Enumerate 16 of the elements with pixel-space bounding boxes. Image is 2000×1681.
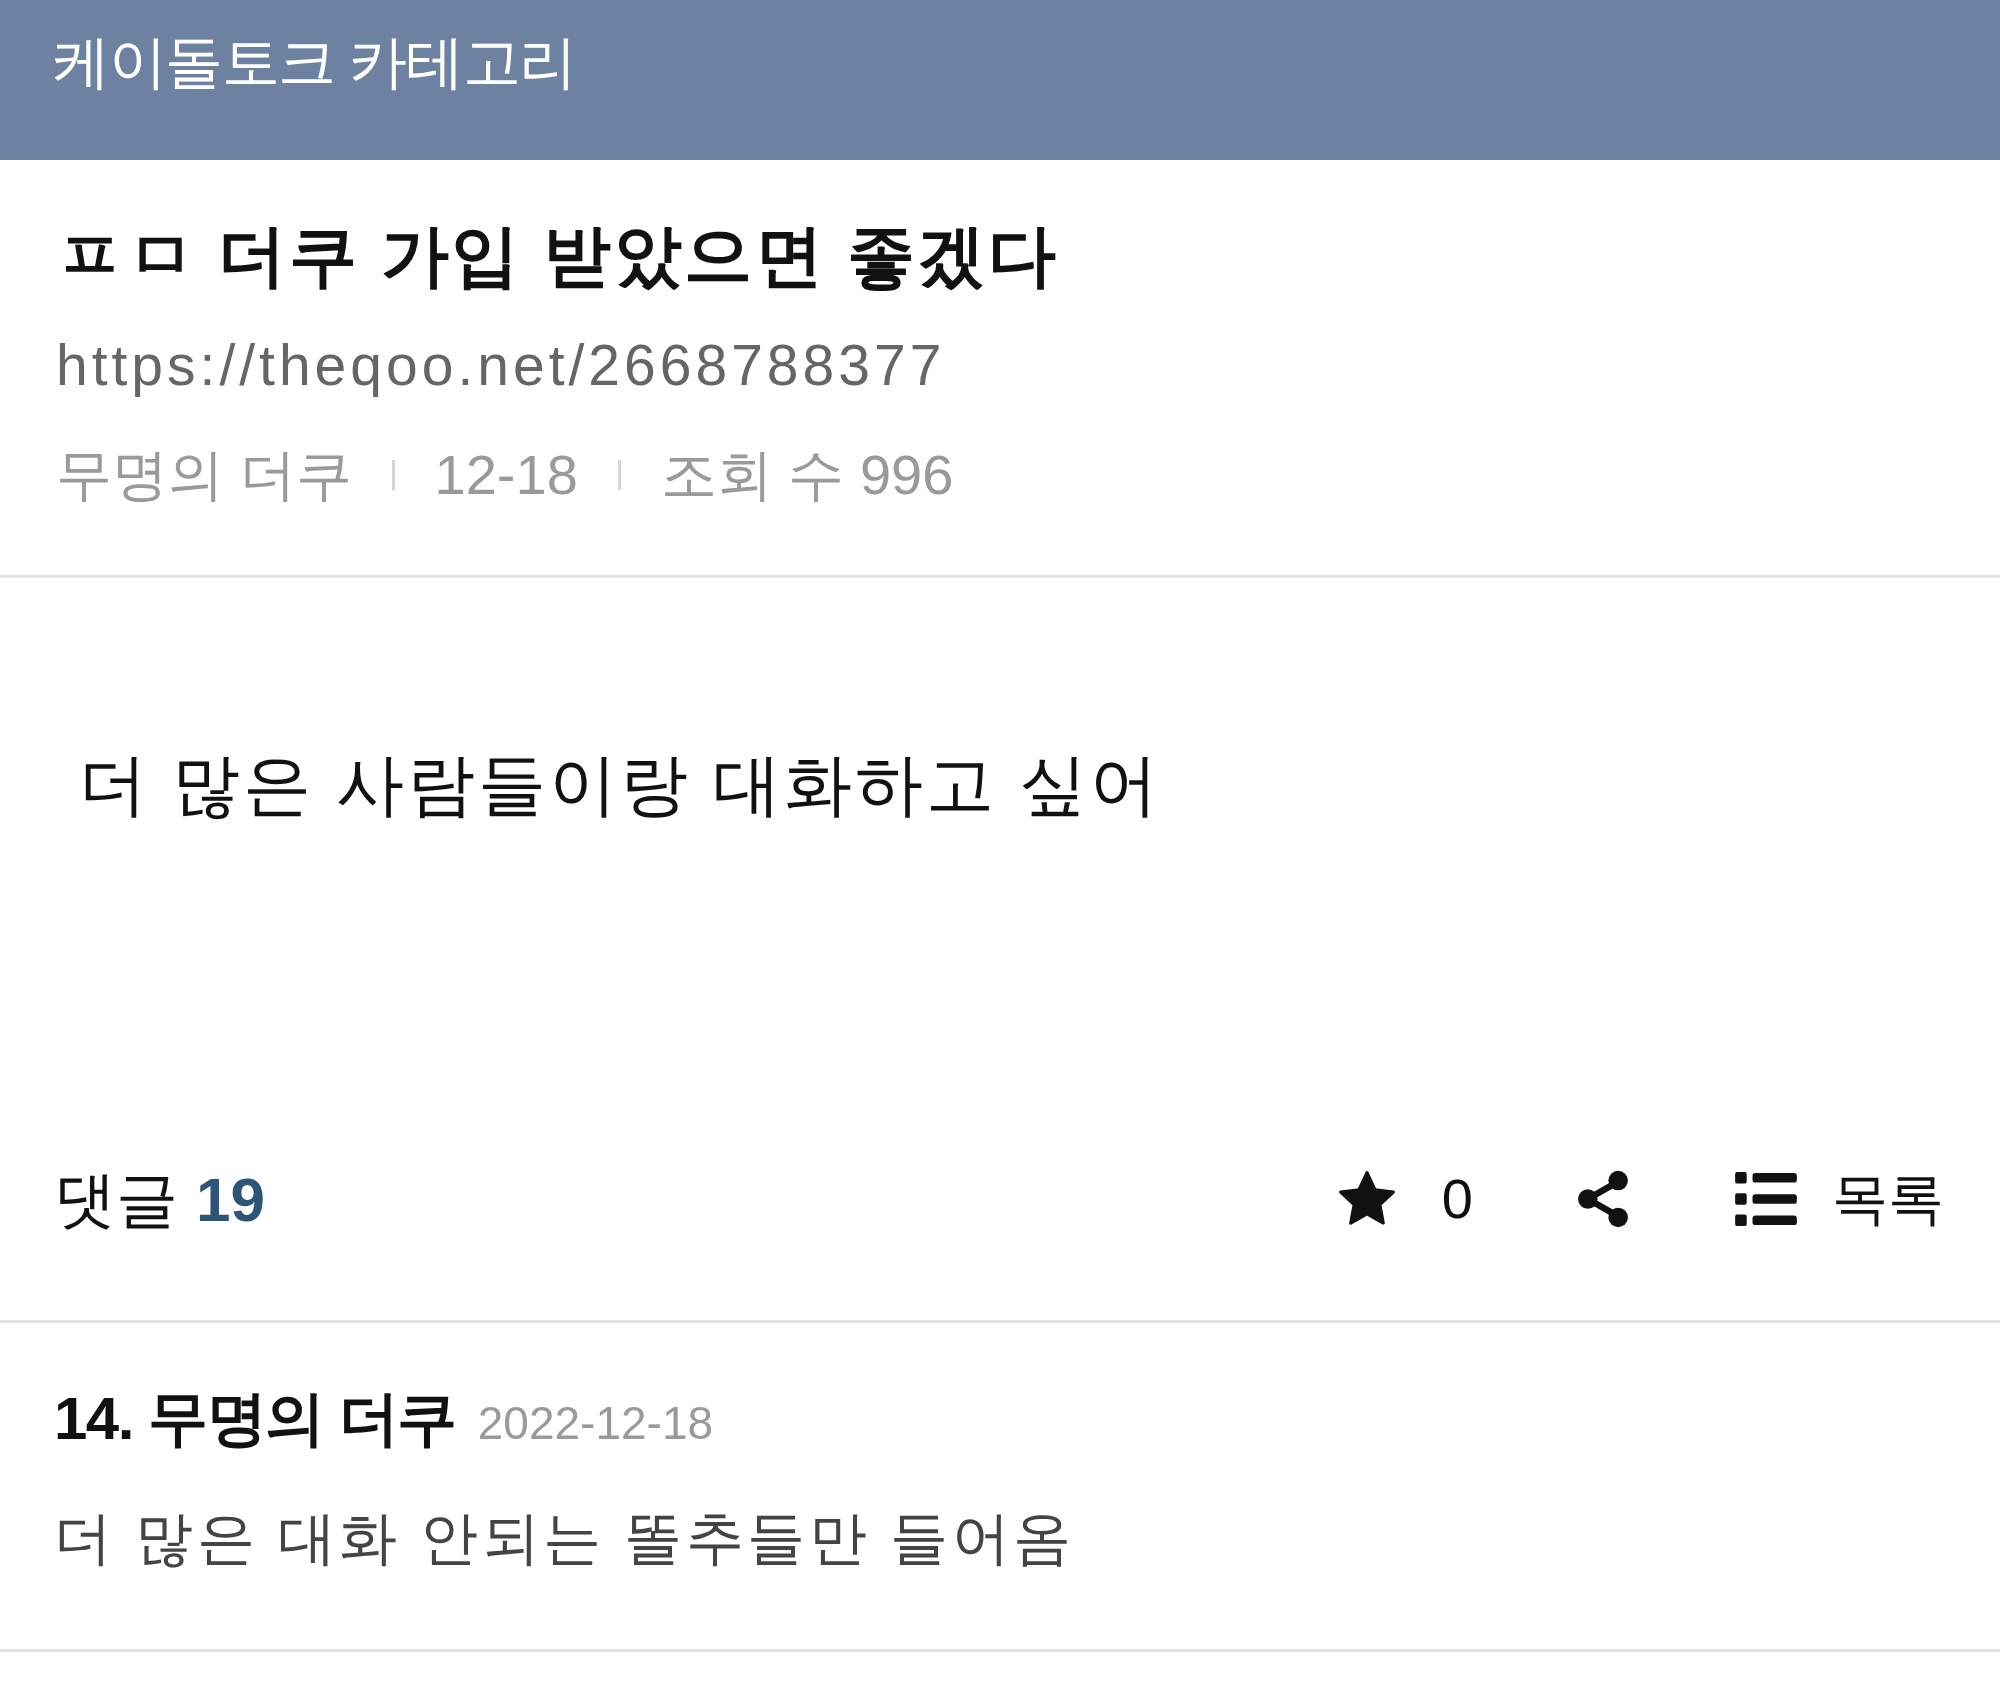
post-url[interactable]: https://theqoo.net/2668788377 xyxy=(56,326,1944,406)
list-icon xyxy=(1734,1172,1798,1226)
post-meta: 12-18 xyxy=(434,442,578,508)
comments-count: 19 xyxy=(196,1163,265,1236)
post-meta: 무명의 더쿠 xyxy=(56,442,352,508)
comment-text: 더 많은 대화 안되는 똘추들만 들어옴 xyxy=(54,1503,1076,1572)
post-title: ㅍㅁ 더쿠 가입 받았으면 좋겠다 xyxy=(56,216,1060,295)
comments-label: 댓글 xyxy=(54,1163,178,1236)
comment-author: 14. 무명의 더쿠 xyxy=(54,1384,456,1454)
category-title: 케이돌토크 카테고리 xyxy=(52,30,576,94)
star-count: 0 xyxy=(1441,1166,1473,1232)
share-icon[interactable] xyxy=(1577,1170,1629,1228)
post-body: 더 많은 사람들이랑 대화하고 싶어 xyxy=(79,745,1162,824)
comment-date: 2022-12-18 xyxy=(477,1395,714,1451)
list-button[interactable]: 목록 xyxy=(1734,1157,1944,1241)
post-meta: 조회 수 996 xyxy=(660,442,954,508)
